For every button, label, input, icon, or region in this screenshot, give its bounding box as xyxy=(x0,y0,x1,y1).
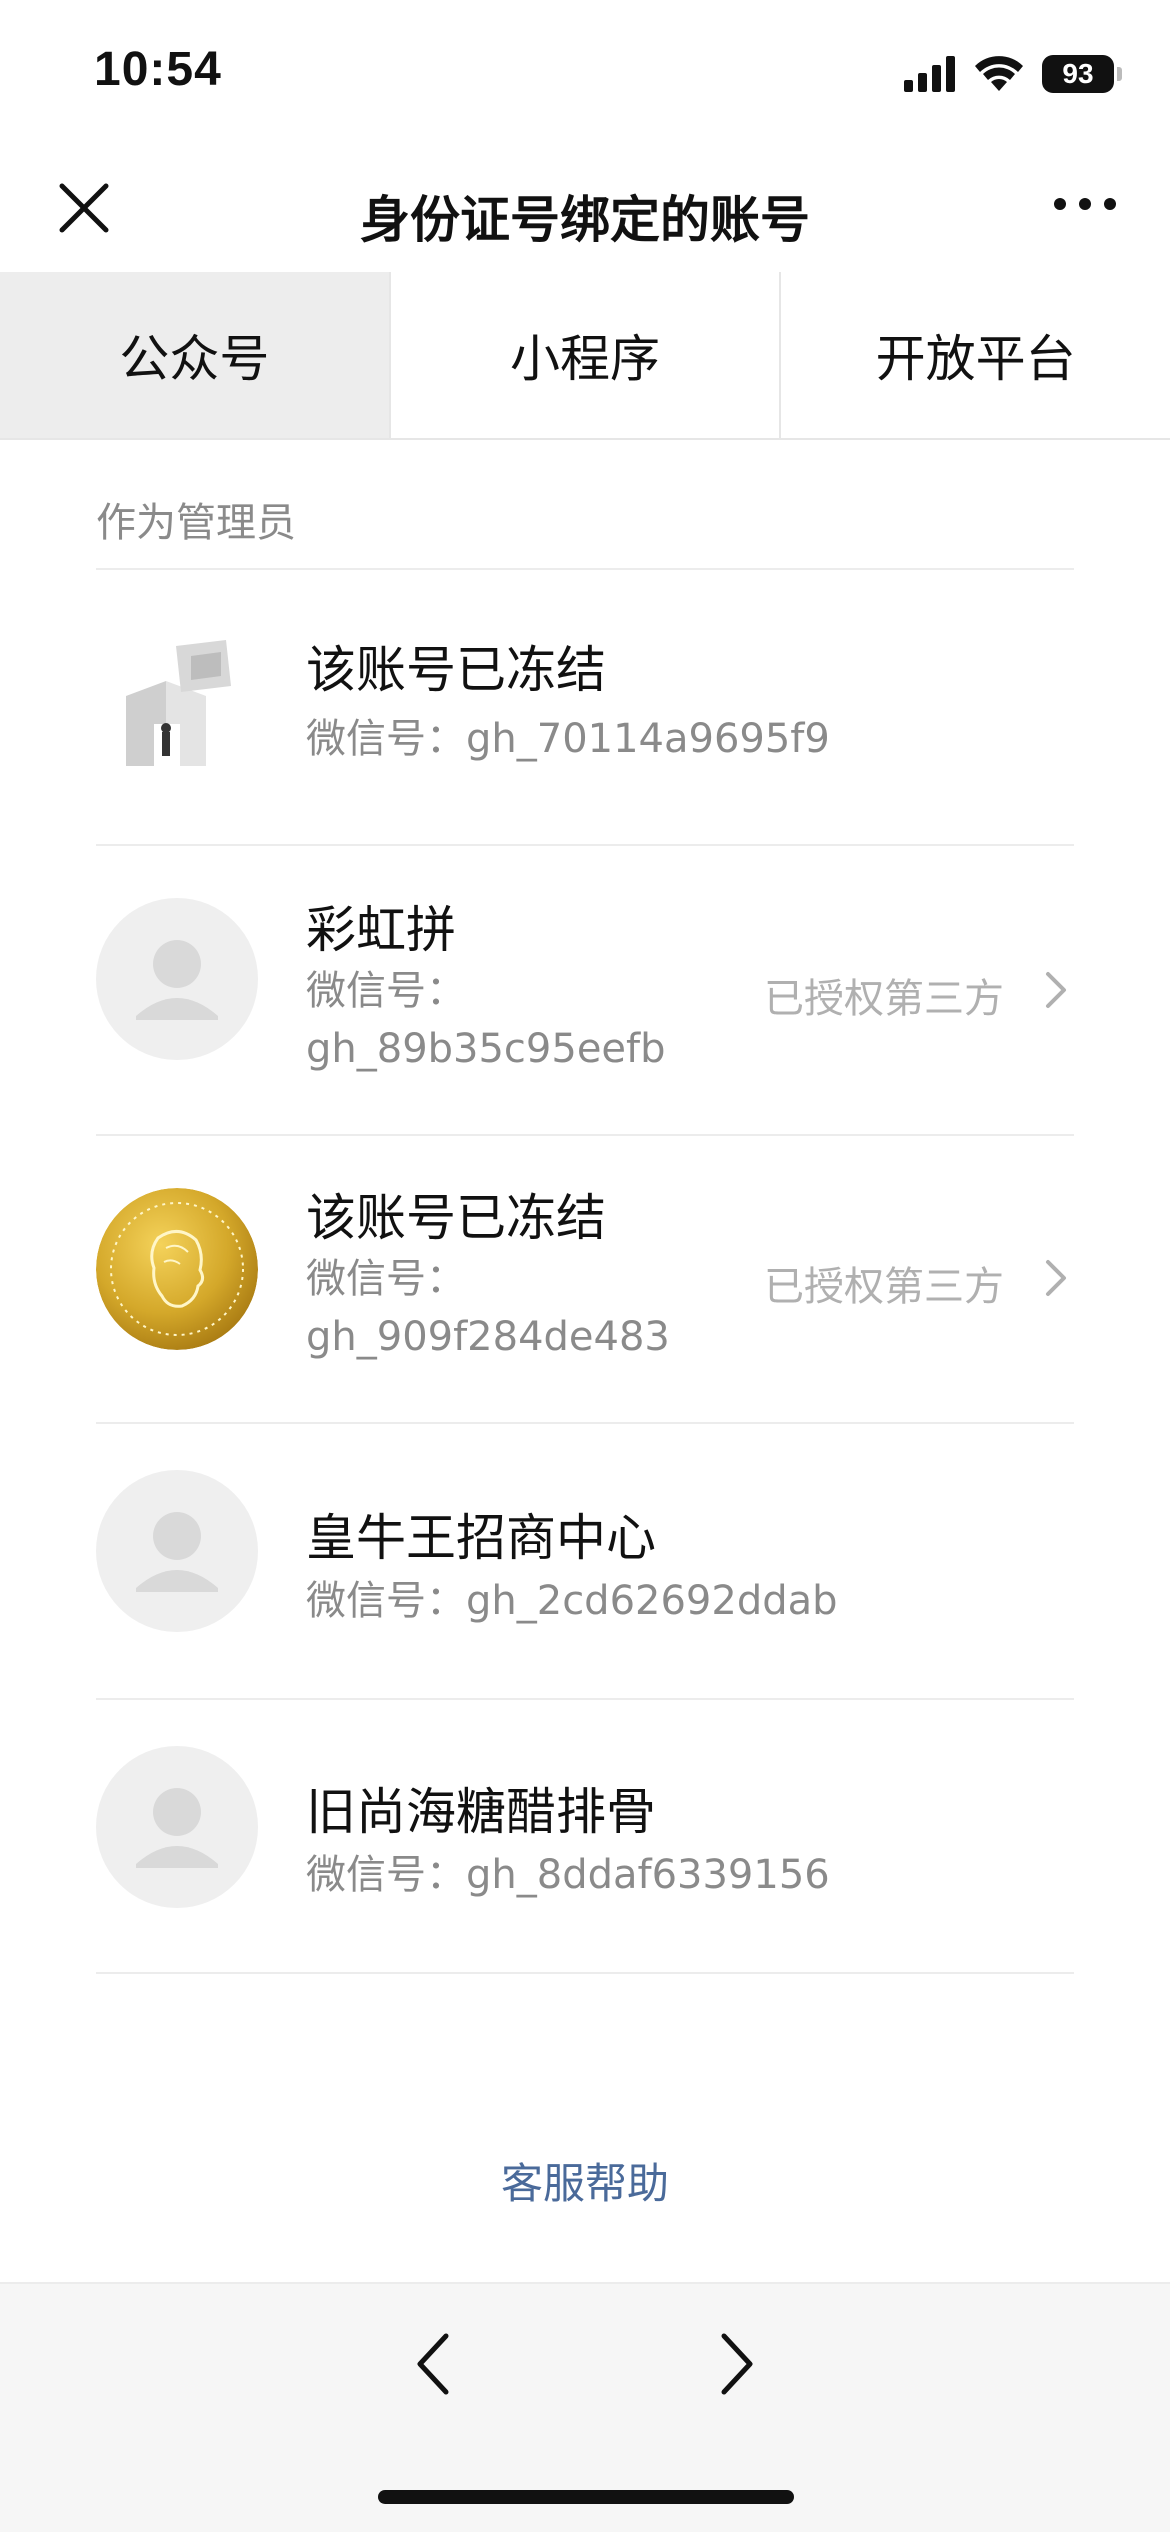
wechat-id-label: 微信号： xyxy=(306,716,466,762)
wifi-icon xyxy=(975,56,1023,91)
wechat-id-label: 微信号： xyxy=(306,1852,466,1898)
account-avatar xyxy=(96,1746,258,1908)
wechat-id-value: gh_8ddaf6339156 xyxy=(466,1852,830,1898)
user-placeholder-icon xyxy=(136,1788,218,1868)
account-row[interactable]: 皇牛王招商中心 微信号：gh_2cd62692ddab xyxy=(96,1424,1074,1700)
user-placeholder-icon xyxy=(136,940,218,1020)
page-title: 身份证号绑定的账号 xyxy=(360,191,810,249)
account-row[interactable]: 该账号已冻结 微信号：gh_70114a9695f9 xyxy=(96,570,1074,846)
account-row[interactable]: 该账号已冻结 微信号： gh_909f284de483 已授权第三方 xyxy=(96,1136,1074,1424)
tab-official-accounts[interactable]: 公众号 xyxy=(0,272,391,438)
customer-service-link[interactable]: 客服帮助 xyxy=(0,2150,1170,2211)
account-name: 该账号已冻结 xyxy=(306,641,606,699)
tab-mini-programs[interactable]: 小程序 xyxy=(390,272,782,438)
back-arrow-icon[interactable] xyxy=(400,2324,470,2404)
nav-bar: 身份证号绑定的账号 xyxy=(0,140,1170,272)
wechat-id-label: 微信号： xyxy=(306,1578,466,1624)
tab-open-platform[interactable]: 开放平台 xyxy=(781,272,1170,438)
status-time: 10:54 xyxy=(94,43,222,96)
status-icons: 93 xyxy=(904,50,1122,98)
account-wechat-id: 微信号：gh_70114a9695f9 xyxy=(306,710,830,768)
account-name: 该账号已冻结 xyxy=(306,1189,606,1247)
account-list: 该账号已冻结 微信号：gh_70114a9695f9 彩虹拼 微信号： gh_8… xyxy=(96,568,1074,1974)
wechat-id-value: gh_2cd62692ddab xyxy=(466,1578,838,1624)
chevron-right-icon xyxy=(1046,972,1066,1008)
account-wechat-id: 微信号： gh_909f284de483 xyxy=(306,1250,670,1366)
account-name: 旧尚海糖醋排骨 xyxy=(306,1783,656,1841)
more-icon[interactable] xyxy=(1050,184,1120,224)
status-bar: 10:54 93 xyxy=(0,0,1170,140)
account-avatar xyxy=(96,626,258,788)
battery-icon: 93 xyxy=(1042,55,1122,93)
third-party-badge: 已授权第三方 xyxy=(764,976,1004,1022)
home-indicator xyxy=(378,2490,794,2504)
account-wechat-id: 微信号：gh_2cd62692ddab xyxy=(306,1572,838,1630)
user-placeholder-icon xyxy=(136,1512,218,1592)
cellular-signal-icon xyxy=(904,56,955,92)
wechat-id-label: 微信号： xyxy=(306,1256,466,1302)
wechat-id-value: gh_89b35c95eefb xyxy=(306,1026,666,1072)
account-avatar xyxy=(96,898,258,1060)
account-name: 皇牛王招商中心 xyxy=(306,1509,656,1567)
account-avatar xyxy=(96,1188,258,1350)
sculpture-avatar-icon xyxy=(96,626,258,788)
account-avatar xyxy=(96,1470,258,1632)
wechat-id-value: gh_909f284de483 xyxy=(306,1314,670,1360)
third-party-badge: 已授权第三方 xyxy=(764,1264,1004,1310)
account-row[interactable]: 旧尚海糖醋排骨 微信号：gh_8ddaf6339156 xyxy=(96,1700,1074,1974)
wechat-id-label: 微信号： xyxy=(306,968,466,1014)
account-wechat-id: 微信号：gh_8ddaf6339156 xyxy=(306,1846,830,1904)
section-label: 作为管理员 xyxy=(96,500,296,546)
account-wechat-id: 微信号： gh_89b35c95eefb xyxy=(306,962,666,1078)
gold-coin-avatar-icon xyxy=(96,1188,258,1350)
wechat-id-value: gh_70114a9695f9 xyxy=(466,716,830,762)
tab-bar: 公众号 小程序 开放平台 xyxy=(0,272,1170,440)
account-name: 彩虹拼 xyxy=(306,901,456,959)
forward-arrow-icon[interactable] xyxy=(700,2324,770,2404)
account-row[interactable]: 彩虹拼 微信号： gh_89b35c95eefb 已授权第三方 xyxy=(96,846,1074,1136)
bottom-toolbar xyxy=(0,2282,1170,2532)
chevron-right-icon xyxy=(1046,1260,1066,1296)
